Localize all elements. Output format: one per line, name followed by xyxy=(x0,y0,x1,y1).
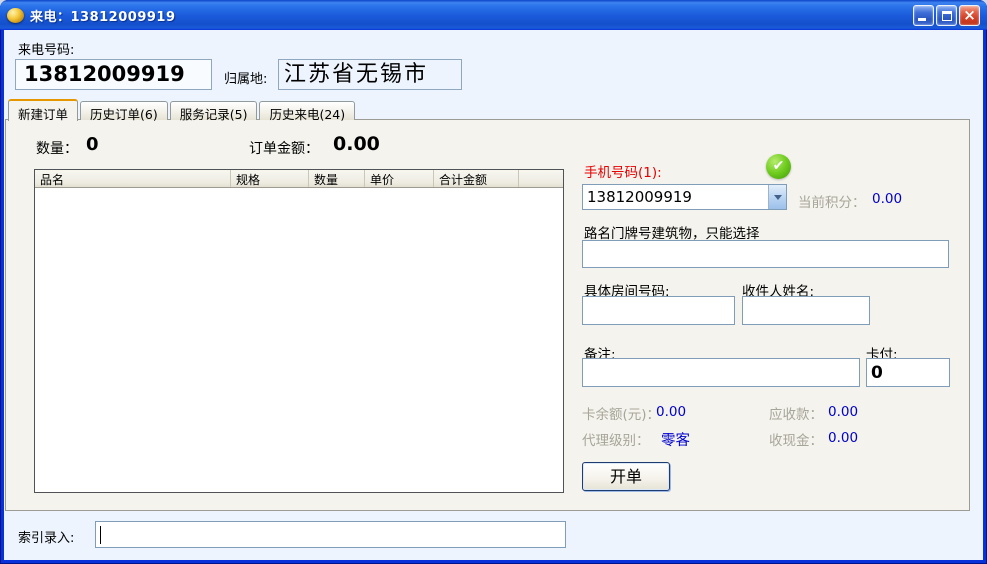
chevron-down-icon xyxy=(774,195,782,200)
address-label: 路名门牌号建筑物，只能选择 xyxy=(584,222,760,242)
column-header-total[interactable]: 合计金额 xyxy=(434,170,519,187)
agent-level-label: 代理级别： xyxy=(582,429,650,449)
card-balance-value: 0.00 xyxy=(656,404,686,420)
address-input[interactable] xyxy=(582,240,949,268)
index-entry-label: 索引录入: xyxy=(18,527,74,546)
verified-check-icon: ✔ xyxy=(766,154,791,179)
column-header-unit-price[interactable]: 单价 xyxy=(365,170,434,187)
remark-input[interactable] xyxy=(582,358,860,387)
app-icon xyxy=(7,8,24,23)
index-entry-input[interactable] xyxy=(95,521,566,548)
close-icon: × xyxy=(960,6,979,25)
order-amount-label: 订单金额： xyxy=(249,138,319,158)
mobile-number-combobox[interactable]: 13812009919 xyxy=(582,184,787,210)
recipient-name-input[interactable] xyxy=(742,296,870,325)
window-title: 来电：13812009919 xyxy=(30,6,913,25)
order-items-table[interactable]: 品名 规格 数量 单价 合计金额 xyxy=(34,169,564,493)
card-balance-label: 卡余额(元)： xyxy=(582,403,660,423)
location-box: 江苏省无锡市 xyxy=(278,59,462,90)
client-area: 来电号码: 13812009919 归属地: 江苏省无锡市 新建订单 历史订单(… xyxy=(4,30,983,560)
column-header-qty[interactable]: 数量 xyxy=(309,170,365,187)
cash-label: 收现金： xyxy=(769,429,823,449)
caller-number-box: 13812009919 xyxy=(15,59,212,90)
receivable-label: 应收款： xyxy=(769,403,823,423)
new-order-panel: 数量： 0 订单金额： 0.00 品名 规格 数量 单价 合计金额 手机号码(1… xyxy=(5,119,970,511)
call-popup-window: 来电：13812009919 × 来电号码: 13812009919 归属地: … xyxy=(0,0,987,564)
column-header-filler xyxy=(519,170,563,187)
cash-value: 0.00 xyxy=(828,430,858,446)
tab-new-order[interactable]: 新建订单 xyxy=(8,99,78,121)
tab-order-history[interactable]: 历史订单(6) xyxy=(80,101,168,120)
maximize-button[interactable] xyxy=(936,5,957,26)
maximize-icon xyxy=(942,11,952,21)
order-amount-value: 0.00 xyxy=(333,133,380,155)
window-controls: × xyxy=(913,5,980,26)
agent-level-value: 零客 xyxy=(661,429,690,450)
column-header-spec[interactable]: 规格 xyxy=(231,170,309,187)
combobox-dropdown-button[interactable] xyxy=(768,185,786,209)
tab-call-history[interactable]: 历史来电(24) xyxy=(259,101,355,120)
location-label: 归属地: xyxy=(224,68,267,87)
room-number-input[interactable] xyxy=(582,296,735,325)
mobile-number-value: 13812009919 xyxy=(583,188,768,206)
order-items-header: 品名 规格 数量 单价 合计金额 xyxy=(35,170,563,188)
quantity-label: 数量： xyxy=(36,138,78,158)
titlebar: 来电：13812009919 × xyxy=(0,0,987,30)
mobile-number-label: 手机号码(1): xyxy=(584,161,662,181)
text-caret xyxy=(100,526,101,544)
receivable-value: 0.00 xyxy=(828,404,858,420)
close-button[interactable]: × xyxy=(959,5,980,26)
open-order-button[interactable]: 开单 xyxy=(582,462,670,491)
points-label: 当前积分： xyxy=(798,191,866,211)
caller-number-label: 来电号码: xyxy=(18,39,74,58)
minimize-button[interactable] xyxy=(913,5,934,26)
quantity-value: 0 xyxy=(86,134,99,155)
minimize-icon xyxy=(918,18,926,21)
points-value: 0.00 xyxy=(872,191,902,207)
tab-service-records[interactable]: 服务记录(5) xyxy=(170,101,258,120)
column-header-product[interactable]: 品名 xyxy=(35,170,231,187)
card-pay-input[interactable] xyxy=(866,358,950,387)
tabstrip: 新建订单 历史订单(6) 服务记录(5) 历史来电(24) xyxy=(8,99,357,120)
